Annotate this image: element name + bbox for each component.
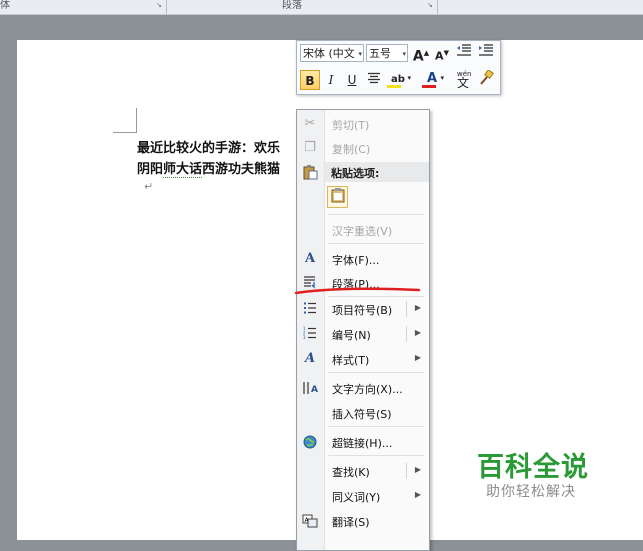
watermark-title: 百科全说 (477, 452, 589, 483)
watermark-subtitle: 助你轻松解决 (486, 484, 576, 500)
